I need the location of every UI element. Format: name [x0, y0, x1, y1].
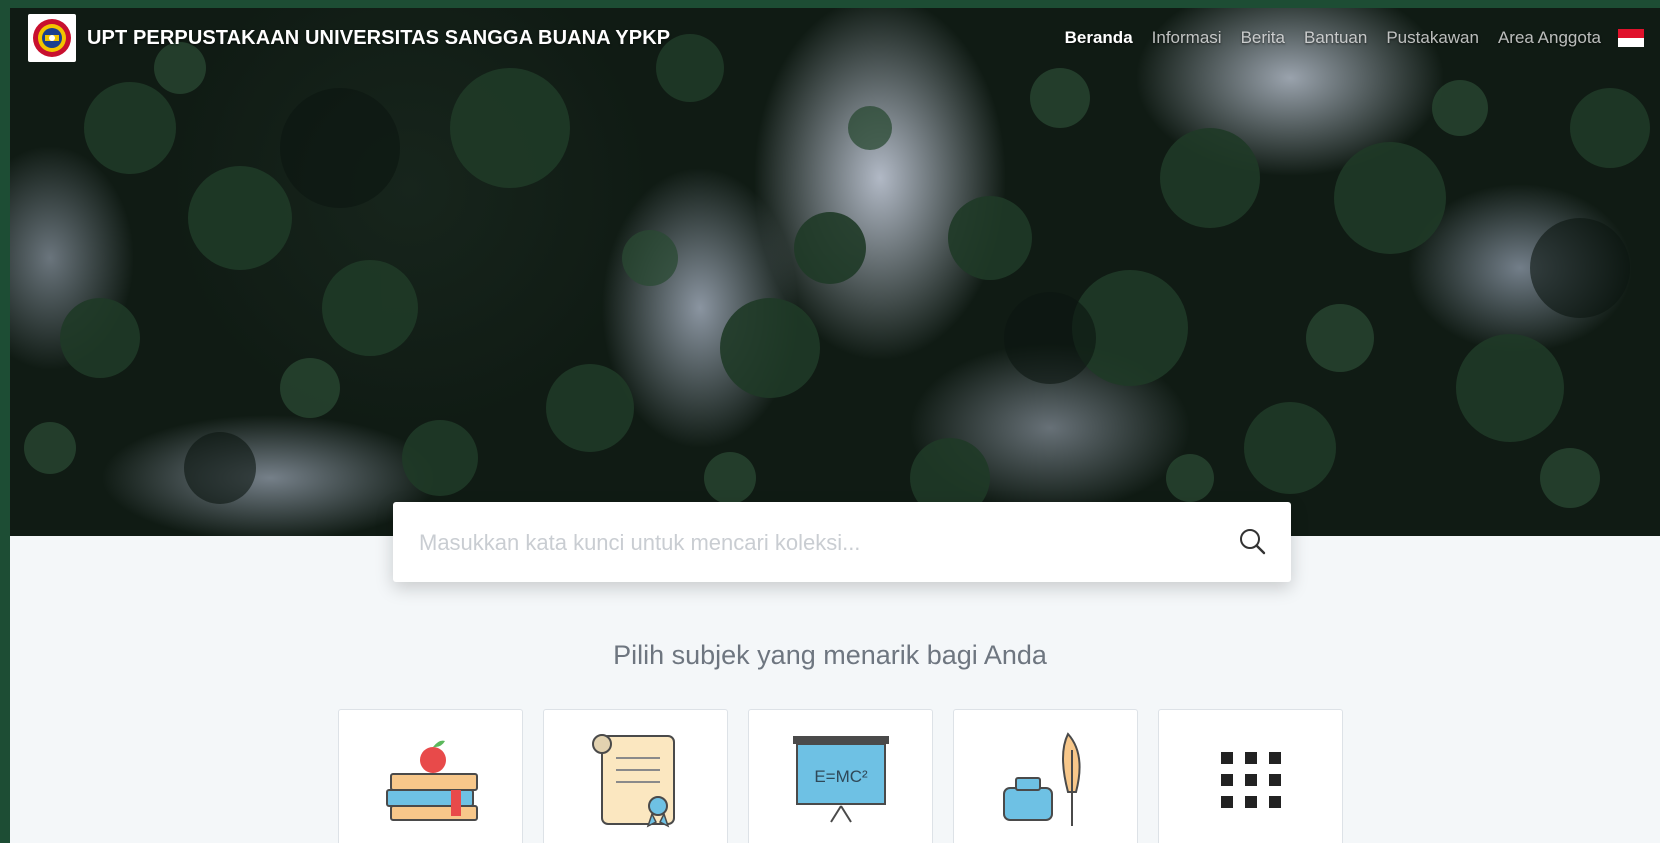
subjects-heading: Pilih subjek yang menarik bagi Anda [613, 640, 1047, 670]
books-apple-icon [386, 740, 478, 821]
nav-berita[interactable]: Berita [1241, 28, 1285, 48]
search-box [393, 502, 1291, 582]
site-title: UPT PERPUSTAKAAN UNIVERSITAS SANGGA BUAN… [87, 26, 671, 49]
nav-area-anggota[interactable]: Area Anggota [1498, 28, 1601, 48]
ink-quill-icon [1003, 732, 1081, 826]
emc2-board-icon: E=MC² [793, 736, 889, 823]
search-input[interactable] [417, 524, 1201, 562]
grid-menu-icon [1221, 752, 1281, 808]
subject-card[interactable]: E=MC² [748, 709, 933, 843]
brand[interactable]: UPT PERPUSTAKAAN UNIVERSITAS SANGGA BUAN… [28, 14, 670, 62]
search-icon[interactable] [1235, 524, 1271, 560]
nav-bantuan[interactable]: Bantuan [1304, 28, 1367, 48]
subject-card[interactable] [338, 709, 523, 843]
hero-banner: UPT PERPUSTAKAAN UNIVERSITAS SANGGA BUAN… [10, 8, 1660, 536]
page: UPT PERPUSTAKAAN UNIVERSITAS SANGGA BUAN… [10, 8, 1660, 843]
main-nav: Beranda Informasi Berita Bantuan Pustaka… [1065, 28, 1660, 48]
university-logo [28, 14, 76, 62]
subject-card-more[interactable] [1158, 709, 1343, 843]
indonesia-flag-icon[interactable] [1618, 29, 1644, 47]
svg-text:E=MC²: E=MC² [814, 767, 868, 786]
certificate-icon [592, 734, 675, 828]
nav-beranda[interactable]: Beranda [1065, 28, 1133, 48]
subject-cards: E=MC² [338, 709, 1363, 843]
nav-pustakawan[interactable]: Pustakawan [1386, 28, 1479, 48]
nav-informasi[interactable]: Informasi [1152, 28, 1222, 48]
forest-background-image [24, 34, 1650, 518]
subject-card[interactable] [543, 709, 728, 843]
subject-card[interactable] [953, 709, 1138, 843]
